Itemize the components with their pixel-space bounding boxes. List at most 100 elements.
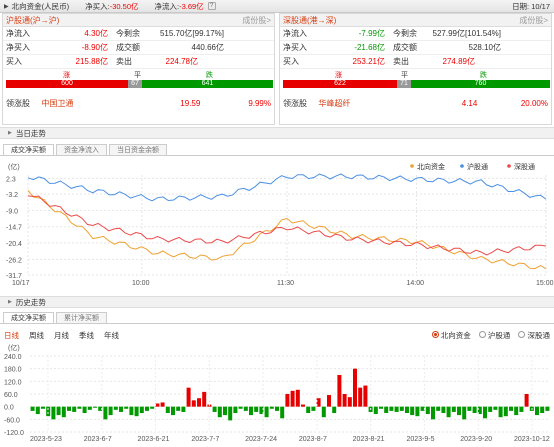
bar [389,406,394,411]
bar [275,406,279,411]
bar [535,406,539,416]
legend-label: 沪股通 [467,162,488,171]
title-bar: ▶ 北向资金(人民币) 净买入: -30.50亿 净流入: -3.69亿 ? 日期:… [0,0,554,13]
period-quarter[interactable]: 季线 [79,330,94,341]
bar [358,387,363,407]
bar [176,406,181,411]
bar [410,406,415,416]
bar [332,406,337,413]
net-in-value: -3.69亿 [179,1,204,11]
radio-label: 沪股通 [487,331,511,340]
radio-north[interactable]: 北向资金 [431,330,471,341]
sh-value: 224.78亿 [165,57,198,66]
down-label: 跌 [480,72,487,79]
tab-net-buy[interactable]: 成交净买额 [3,144,54,155]
period-week[interactable]: 周线 [29,330,44,341]
bar [280,406,285,419]
period-month[interactable]: 月线 [54,330,69,341]
x-tick-label: 2023-5-23 [30,436,62,443]
sh-value: 515.70亿[99.17%] [159,29,224,38]
bar [415,406,420,417]
bar [254,406,259,412]
tab-cumulative[interactable]: 累计净买额 [56,312,107,323]
sh-breadth: 涨 平 跌 600 67 641 [3,69,274,96]
collapse-icon[interactable]: ▶ [8,130,12,136]
net-in-label: 净流入: [154,1,180,11]
help-icon[interactable]: ? [207,2,216,10]
sz-connect-panel: 深股通(港→深) 成份股> 净流入 -7.99亿 今剩余 527.99亿[101.54%… [279,13,552,125]
sh-constituents-link[interactable]: 成份股> [242,15,271,26]
bar [290,390,295,407]
bar [498,406,503,418]
bar [124,406,129,409]
x-tick-label: 2023-6-21 [138,436,170,443]
bar [72,406,77,412]
bar [353,368,357,407]
up-label: 涨 [335,72,342,79]
tab-balance[interactable]: 当日资金余额 [109,144,167,155]
bar [41,406,45,409]
bar [103,406,108,420]
section-title: 当日走势 [15,128,46,138]
legend-dot [410,164,414,168]
history-chart: (亿) 240.0 180.0 120.0 60.0 0.0 -60.0 -120.0 2023… [4,343,550,443]
x-tick-label: 2023-7-24 [245,436,277,443]
bar [436,406,441,411]
period-year[interactable]: 年线 [104,330,119,341]
y-tick-label: 2.3 [6,176,16,183]
bar [311,406,316,411]
net-buy-label: 净买入: [85,1,110,11]
lead-price: 19.59 [180,98,201,108]
y-unit-label: (亿) [8,162,20,171]
collapse-icon[interactable]: ▶ [4,3,9,10]
bar [384,406,389,413]
legend-dot [460,164,464,168]
bar [540,406,545,413]
up-label: 涨 [63,72,70,79]
sh-connect-panel: 沪股通(沪→沪) 成份股> 净流入 4.30亿 今剩余 515.70亿[99.17%] … [2,13,275,125]
bar [285,394,290,407]
bar [56,406,61,416]
lead-label: 领涨股 [283,98,307,108]
bar [186,387,191,407]
bar [425,406,430,415]
y-unit-label: (亿) [8,343,20,352]
collapse-icon[interactable]: ▶ [8,299,12,305]
tab-net-inflow[interactable]: 资金净流入 [56,144,107,155]
sz-title: 深股通(港→深) [283,15,337,25]
lead-stock-link[interactable]: 中国卫通 [41,98,156,109]
bar [467,406,472,411]
net-buy-value: -30.50亿 [109,1,139,11]
sz-constituents-link[interactable]: 成份股> [519,15,548,26]
radio-label: 深股通 [527,331,551,340]
bar [129,406,134,416]
period-day[interactable]: 日线 [4,330,19,341]
x-tick-label: 2023-9-20 [460,436,492,443]
lead-pct: 20.00% [520,98,548,108]
bar [160,402,165,407]
x-tick-label: 2023-6-7 [84,436,112,443]
y-tick-label: -3.2 [6,192,18,199]
bar [394,406,399,412]
lead-stock-link[interactable]: 华峰超纤 [318,98,433,109]
bar [217,406,222,418]
legend-label: 北向资金 [417,162,445,171]
bar [264,406,269,418]
bar [446,406,451,418]
bar [347,397,352,407]
lead-label: 领涨股 [6,98,30,108]
bar [93,406,97,408]
sz-label: 成交额 [393,43,417,52]
y-tick-label: -9.0 [6,209,18,216]
tab-history-net-buy[interactable]: 成交净买额 [3,312,54,323]
sh-value: -8.90亿 [81,43,108,52]
bar [233,406,238,413]
radio-sh[interactable]: 沪股通 [478,330,511,341]
sh-label: 卖出 [116,57,132,66]
y-tick-label: -20.4 [6,241,22,248]
radio-sz[interactable]: 深股通 [518,330,550,341]
today-section-header[interactable]: ▶ 当日走势 [0,127,554,139]
down-label: 跌 [206,72,213,79]
bar [165,406,170,413]
history-section-header[interactable]: ▶ 历史走势 [0,296,554,308]
